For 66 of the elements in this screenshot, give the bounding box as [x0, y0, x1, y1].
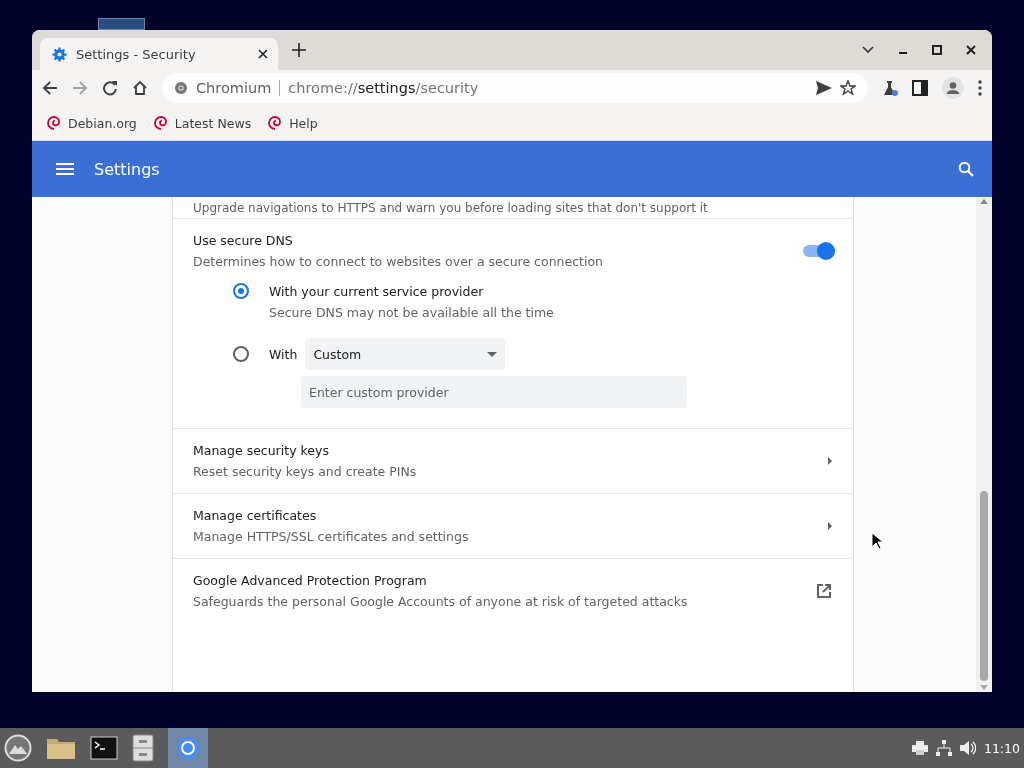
- caret-icon: [487, 351, 498, 357]
- page-title: Settings: [94, 159, 161, 179]
- row-title: Manage security keys: [193, 443, 330, 458]
- row-description: Determines how to connect to websites over a secure connection: [193, 254, 604, 269]
- radio-button[interactable]: [233, 346, 249, 362]
- close-icon[interactable]: [966, 45, 976, 55]
- close-icon[interactable]: [258, 49, 268, 59]
- scrollbar-thumb[interactable]: [980, 491, 988, 681]
- option-description: Secure DNS may not be available all the time: [268, 305, 555, 320]
- network-icon[interactable]: [935, 740, 952, 756]
- plus-icon[interactable]: [292, 43, 306, 57]
- site-name: Chromium: [196, 80, 272, 96]
- printer-icon[interactable]: [911, 741, 928, 755]
- settings-row[interactable]: Manage security keys Reset security keys and create PINs: [173, 429, 853, 494]
- chevron-down-icon[interactable]: [862, 46, 874, 54]
- radio-button[interactable]: [233, 283, 249, 299]
- swirl-icon: [46, 115, 62, 131]
- scrollbar[interactable]: [976, 197, 992, 692]
- home-icon[interactable]: [132, 80, 148, 96]
- row-description: Safeguards the personal Google Accounts of anyone at risk of targeted attacks: [193, 594, 688, 609]
- provider-dropdown[interactable]: Custom: [305, 338, 506, 370]
- bookmark-link[interactable]: Debian.org: [46, 115, 137, 131]
- row-title: Use secure DNS: [193, 233, 294, 248]
- option-label: With: [269, 346, 298, 362]
- option-label: With your current service provider: [269, 283, 484, 299]
- row-title: Manage certificates: [193, 508, 318, 523]
- clock: 11:10: [983, 740, 1020, 756]
- row-title: Google Advanced Protection Program: [193, 573, 428, 588]
- bookmark-link[interactable]: Latest News: [152, 115, 252, 131]
- settings-row[interactable]: Google Advanced Protection Program Safeguards the personal Google Accounts of anyone at risk of targeted attacks: [173, 559, 853, 623]
- search-icon[interactable]: [958, 161, 974, 177]
- reload-icon[interactable]: [102, 80, 118, 96]
- bookmark-link[interactable]: Help: [267, 115, 318, 131]
- back-arrow-icon[interactable]: [42, 80, 58, 96]
- side-panel-icon[interactable]: [912, 80, 928, 96]
- scroll-up-icon[interactable]: [980, 199, 988, 204]
- profile-icon[interactable]: [942, 77, 964, 99]
- star-icon[interactable]: [840, 80, 856, 96]
- setting-description: Upgrade navigations to HTTPS and warn you before loading sites that don't support it: [193, 200, 708, 215]
- file-cabinet-icon[interactable]: [132, 734, 154, 762]
- settings-row[interactable]: Manage certificates Manage HTTPS/SSL certificates and settings: [173, 494, 853, 559]
- volume-icon[interactable]: [959, 741, 976, 755]
- browser-tab[interactable]: Settings - Security: [40, 38, 278, 70]
- chevron-right-icon: [827, 456, 833, 466]
- maximize-icon[interactable]: [932, 45, 942, 55]
- browser-logo-icon: [174, 81, 188, 95]
- cursor-icon: [871, 532, 883, 550]
- row-description: Manage HTTPS/SSL certificates and settings: [193, 529, 469, 544]
- menu-dots-icon[interactable]: [978, 80, 982, 96]
- launcher-icon[interactable]: [4, 734, 32, 762]
- url-text: chrome://settings/security: [288, 80, 480, 96]
- gear-icon: [52, 46, 67, 62]
- custom-provider-field[interactable]: Enter custom provider: [301, 376, 687, 408]
- menu-icon[interactable]: [56, 163, 74, 175]
- external-link-icon: [815, 582, 833, 600]
- folder-icon[interactable]: [46, 736, 76, 760]
- toggle-switch[interactable]: [803, 245, 833, 257]
- chevron-right-icon: [827, 521, 833, 531]
- address-bar[interactable]: Chromium chrome://settings/security: [162, 73, 868, 103]
- swirl-icon: [267, 115, 284, 131]
- browser-logo-icon[interactable]: [176, 736, 200, 760]
- terminal-icon[interactable]: [90, 736, 118, 760]
- row-description: Reset security keys and create PINs: [193, 464, 417, 479]
- flask-icon[interactable]: [882, 80, 898, 96]
- send-icon[interactable]: [816, 81, 832, 95]
- swirl-icon: [152, 115, 169, 131]
